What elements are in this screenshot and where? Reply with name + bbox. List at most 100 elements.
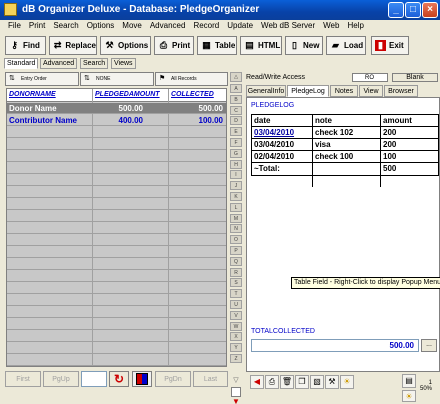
print-record-icon[interactable]: ⎙ [265,375,279,389]
letter-button-u[interactable]: U [230,300,242,309]
back-arrow-icon[interactable]: ◀ [250,375,264,389]
zoom-icon[interactable]: ▤ [402,374,416,388]
last-button[interactable]: Last [193,371,228,387]
letter-button-i[interactable]: I [230,170,242,180]
down-arrow-icon[interactable]: ▼ [230,398,242,404]
options-button[interactable]: ⚒ Options [100,36,151,55]
letter-button-k[interactable]: K [230,192,242,201]
letter-button-f[interactable]: F [230,138,242,147]
column-header-collected[interactable]: COLLECTED [171,91,214,98]
tools-record-icon[interactable]: ⚒ [325,375,339,389]
table-row[interactable]: 02/04/2010 check 100 100 [252,151,438,163]
hint-lightbulb-icon[interactable]: ☀ [402,390,416,402]
close-button[interactable]: × [422,2,438,18]
menu-update[interactable]: Update [223,20,257,34]
record-number-input[interactable] [81,371,107,387]
pgup-button[interactable]: PgUp [43,371,79,387]
letter-button-c[interactable]: C [230,105,242,115]
letter-button-r[interactable]: R [230,267,242,277]
pgdn-button[interactable]: PgDn [155,371,191,387]
column-header-donorname[interactable]: DONORNAME [9,91,56,98]
letter-button-w[interactable]: W [230,321,242,331]
tab-notes[interactable]: Notes [330,85,358,97]
cell-note[interactable]: check 102 [315,128,353,137]
find-button[interactable]: ⚷ Find [5,36,46,55]
tab-pledgelog[interactable]: PledgeLog [287,85,329,97]
cell-amount[interactable]: 200 [383,140,396,149]
letter-button-b[interactable]: B [230,94,242,104]
letter-button-d[interactable]: D [230,116,242,126]
lightbulb-icon[interactable]: ☀ [340,375,354,389]
letter-button-t[interactable]: T [230,289,242,299]
scroll-up-arrow-icon[interactable]: △ [230,72,242,82]
load-button[interactable]: ▰ Load [326,36,366,55]
index-none-button[interactable]: ⇅ NONE [80,72,154,86]
checkbox-icon[interactable] [231,387,241,397]
first-button[interactable]: First [5,371,41,387]
menu-advanced[interactable]: Advanced [146,20,190,34]
letter-button-v[interactable]: V [230,310,242,320]
entry-order-button[interactable]: ⇅ Entry Order [5,72,79,86]
cell-note[interactable]: visa [315,140,331,149]
tab-standard[interactable]: Standard [4,58,39,69]
letter-button-l[interactable]: L [230,202,242,212]
tab-browser[interactable]: Browser [384,85,418,97]
blank-button[interactable]: Blank [392,73,438,82]
letter-button-o[interactable]: O [230,235,242,245]
color-button[interactable] [132,371,152,387]
tab-view[interactable]: View [359,85,383,97]
table-row[interactable]: Donor Name 500.00 500.00 [7,103,226,114]
minimize-button[interactable]: _ [388,2,404,18]
maximize-button[interactable]: □ [405,2,421,18]
table-row[interactable]: Contributor Name 400.00 100.00 [7,115,226,126]
letter-button-a[interactable]: A [230,84,242,93]
cell-date[interactable]: 03/04/2010 [254,140,294,149]
all-records-button[interactable]: ⚑ All Records [155,72,228,86]
menu-web-db-server[interactable]: Web dB Server [257,20,319,34]
tab-advanced[interactable]: Advanced [40,58,78,69]
letter-button-y[interactable]: Y [230,343,242,353]
delete-record-icon[interactable]: 🗑 [280,375,294,389]
totalcollected-ellipsis-button[interactable]: ... [421,339,437,352]
print-button[interactable]: ⎙ Print [154,36,194,55]
pledgelog-table[interactable]: date note amount 03/04/2010 check 102 20… [251,114,439,187]
letter-button-s[interactable]: S [230,278,242,288]
cell-amount[interactable]: 100 [383,152,396,161]
menu-print[interactable]: Print [25,20,49,34]
read-only-checkbox[interactable]: RO [352,73,388,82]
letter-button-x[interactable]: X [230,332,242,342]
menu-web[interactable]: Web [319,20,343,34]
letter-button-m[interactable]: M [230,213,242,223]
letter-button-q[interactable]: Q [230,256,242,266]
replace-button[interactable]: ⇄ Replace [49,36,97,55]
menu-record[interactable]: Record [189,20,223,34]
letter-button-j[interactable]: J [230,181,242,191]
exit-button[interactable]: ▮ Exit [371,36,409,55]
cell-date[interactable]: 03/04/2010 [254,128,295,137]
letter-button-n[interactable]: N [230,224,242,234]
refresh-button[interactable]: ↻ [109,371,129,387]
column-header-pledgedamount[interactable]: PLEDGEDAMOUNT [95,91,160,98]
table-button[interactable]: ▦ Table [197,36,237,55]
totalcollected-field[interactable]: 500.00 [251,339,419,352]
cell-note[interactable]: check 100 [315,152,353,161]
menu-move[interactable]: Move [118,20,146,34]
table-row[interactable]: 03/04/2010 check 102 200 [252,127,438,139]
record-clipboard-icon[interactable]: ▧ [310,375,324,389]
html-button[interactable]: ▤ HTML [240,36,282,55]
table-row[interactable]: 03/04/2010 visa 200 [252,139,438,151]
cell-amount[interactable]: 200 [383,128,396,137]
letter-button-p[interactable]: P [230,246,242,255]
letter-button-h[interactable]: H [230,159,242,169]
menu-file[interactable]: File [4,20,25,34]
tab-generalinfo[interactable]: GeneralInfo [246,85,286,97]
tab-views[interactable]: Views [111,58,136,69]
letter-button-e[interactable]: E [230,127,242,137]
scroll-down-arrow-icon[interactable]: ▽ [230,376,242,386]
menu-search[interactable]: Search [49,20,82,34]
records-grid[interactable]: DONORNAME PLEDGEDAMOUNT COLLECTED Donor … [6,88,227,367]
cell-date[interactable]: 02/04/2010 [254,152,294,161]
tab-search[interactable]: Search [80,58,109,69]
menu-help[interactable]: Help [343,20,367,34]
menu-options[interactable]: Options [83,20,119,34]
